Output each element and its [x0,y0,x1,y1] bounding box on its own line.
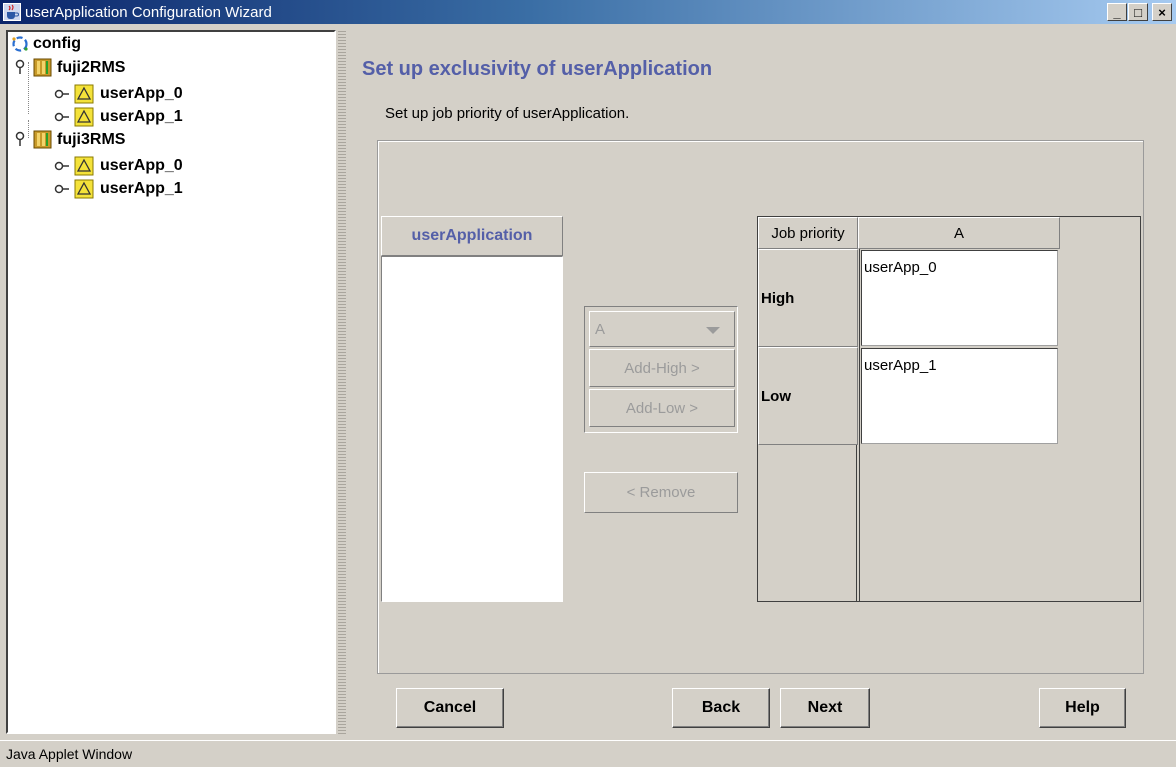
connector-icon [54,182,70,196]
config-tree[interactable]: config fuji2RMS userApp_0 userApp_1 fuji… [6,30,336,734]
node-icon [33,58,52,77]
expander-icon[interactable] [13,131,27,149]
node-icon [33,130,52,149]
connector-icon [54,110,70,124]
tree-label: userApp_0 [100,85,183,102]
tree-label: fuji3RMS [57,130,126,148]
priority-column-filler [757,445,857,602]
low-priority-app-cell[interactable]: userApp_1 [861,348,1058,444]
priority-high-cell: High [758,249,858,347]
config-icon [11,35,29,53]
page-title: Set up exclusivity of userApplication [362,58,713,80]
minimize-button[interactable]: _ [1107,3,1127,21]
userapp-icon [74,179,94,199]
tree-node-fuji3rms[interactable]: fuji3RMS [13,130,125,149]
userapplication-list-header: userApplication [381,216,563,256]
tree-node-fuji2rms[interactable]: fuji2RMS [13,58,125,77]
tree-label: userApp_1 [100,180,183,197]
java-cup-icon [3,3,21,21]
userapp-icon [74,156,94,176]
userapp-icon [74,107,94,127]
help-button[interactable]: Help [1039,688,1126,728]
tree-leaf-userapp[interactable]: userApp_0 [54,156,183,176]
tree-label: userApp_1 [100,108,183,125]
tree-root-config[interactable]: config [11,35,81,53]
tree-label: config [33,35,81,52]
remove-button: < Remove [584,472,738,513]
cancel-button[interactable]: Cancel [396,688,504,728]
back-button[interactable]: Back [672,688,770,728]
expander-icon[interactable] [13,59,27,77]
maximize-button[interactable]: □ [1128,3,1148,21]
pane-splitter[interactable] [338,30,346,736]
group-header: A [858,217,1060,249]
tree-leaf-userapp[interactable]: userApp_0 [54,84,183,104]
priority-low-cell: Low [758,347,858,445]
tree-leaf-userapp[interactable]: userApp_1 [54,179,183,199]
chevron-down-icon [706,327,720,334]
userapp-icon [74,84,94,104]
column-divider [859,249,860,602]
job-priority-header: Job priority [758,217,858,249]
group-select-value: A [595,320,606,338]
window-titlebar[interactable]: userApplication Configuration Wizard _ □… [0,0,1176,24]
group-select: A [589,311,735,347]
status-bar: Java Applet Window [0,740,1176,767]
tree-label: fuji2RMS [57,58,126,76]
add-low-button: Add-Low > [589,389,735,427]
close-button[interactable]: × [1152,3,1172,21]
connector-icon [54,87,70,101]
connector-icon [54,159,70,173]
window-title: userApplication Configuration Wizard [25,3,272,21]
tree-label: userApp_0 [100,157,183,174]
next-button[interactable]: Next [780,688,870,728]
tree-leaf-userapp[interactable]: userApp_1 [54,107,183,127]
userapplication-list[interactable] [381,256,563,602]
high-priority-app-cell[interactable]: userApp_0 [861,250,1058,346]
page-subtitle: Set up job priority of userApplication. [385,105,630,122]
add-high-button: Add-High > [589,349,735,387]
